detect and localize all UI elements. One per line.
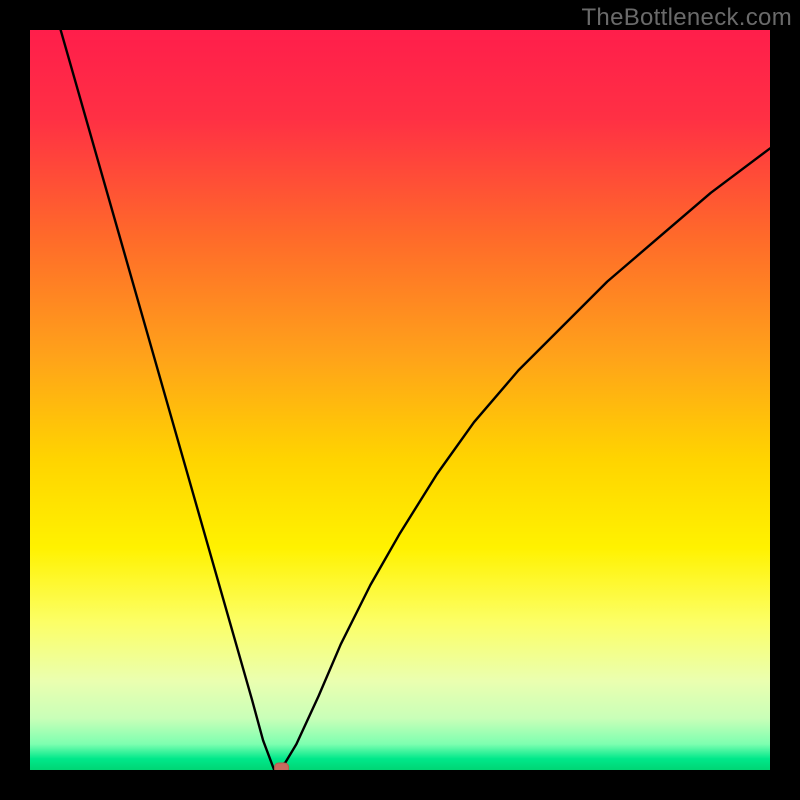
optimal-point-marker [275, 763, 289, 770]
chart-svg [30, 30, 770, 770]
chart-frame: TheBottleneck.com [0, 0, 800, 800]
watermark-text: TheBottleneck.com [581, 4, 792, 32]
gradient-background [30, 30, 770, 770]
plot-area [30, 30, 770, 770]
